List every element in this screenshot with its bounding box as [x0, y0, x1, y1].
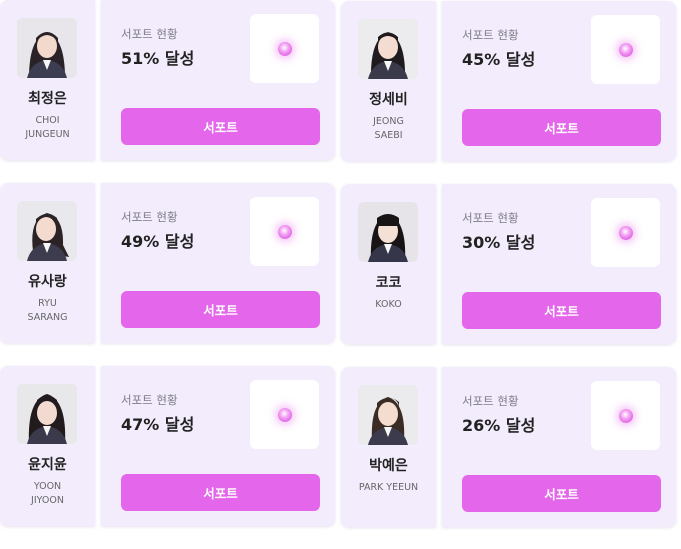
support-panel: 서포트 현황 30% 달성 서포트: [442, 184, 676, 344]
glowing-orb-icon: [619, 43, 633, 57]
member-profile: 코코 KOKO: [341, 184, 436, 344]
support-status-label: 서포트 현황: [462, 394, 519, 408]
member-name-english: JEONG SAEBI: [373, 116, 404, 141]
support-status-label: 서포트 현황: [462, 211, 519, 225]
member-name-korean: 윤지윤: [28, 457, 67, 473]
member-photo: [358, 385, 418, 445]
support-progress: 49% 달성: [121, 232, 195, 251]
member-photo: [358, 19, 418, 79]
support-panel: 서포트 현황 45% 달성 서포트: [442, 1, 676, 161]
support-progress: 47% 달성: [121, 415, 195, 434]
support-button[interactable]: 서포트: [462, 292, 661, 329]
orb-container: [250, 14, 319, 83]
member-profile: 유사랑 RYU SARANG: [0, 183, 95, 343]
support-panel: 서포트 현황 49% 달성 서포트: [101, 183, 335, 343]
member-name-english: CHOI JUNGEUN: [25, 115, 70, 140]
support-progress: 26% 달성: [462, 416, 536, 435]
support-status-label: 서포트 현황: [121, 393, 178, 407]
orb-container: [591, 198, 660, 267]
orb-container: [591, 381, 660, 450]
glowing-orb-icon: [619, 409, 633, 423]
member-profile: 최정은 CHOI JUNGEUN: [0, 0, 95, 160]
support-progress: 30% 달성: [462, 233, 536, 252]
member-card: 박예은 PARK YEEUN 서포트 현황 26% 달성 서포트: [341, 367, 681, 531]
support-button[interactable]: 서포트: [121, 108, 320, 145]
support-button[interactable]: 서포트: [462, 109, 661, 146]
member-photo: [358, 202, 418, 262]
member-photo: [17, 18, 77, 78]
support-panel: 서포트 현황 47% 달성 서포트: [101, 366, 335, 526]
support-progress: 51% 달성: [121, 49, 195, 68]
support-button[interactable]: 서포트: [462, 475, 661, 512]
support-progress: 45% 달성: [462, 50, 536, 69]
glowing-orb-icon: [278, 408, 292, 422]
member-card: 윤지윤 YOON JIYOON 서포트 현황 47% 달성 서포트: [0, 366, 342, 530]
member-card: 코코 KOKO 서포트 현황 30% 달성 서포트: [341, 184, 681, 348]
member-name-korean: 최정은: [28, 91, 67, 107]
support-panel: 서포트 현황 26% 달성 서포트: [442, 367, 676, 527]
support-status-label: 서포트 현황: [121, 27, 178, 41]
support-button[interactable]: 서포트: [121, 291, 320, 328]
member-name-korean: 정세비: [369, 92, 408, 108]
glowing-orb-icon: [278, 225, 292, 239]
support-panel: 서포트 현황 51% 달성 서포트: [101, 0, 335, 160]
support-status-label: 서포트 현황: [462, 28, 519, 42]
member-card: 정세비 JEONG SAEBI 서포트 현황 45% 달성 서포트: [341, 1, 681, 165]
member-name-english: RYU SARANG: [27, 298, 68, 323]
member-name-korean: 유사랑: [28, 274, 67, 290]
support-status-label: 서포트 현황: [121, 210, 178, 224]
member-name-korean: 코코: [375, 275, 402, 291]
member-name-english: YOON JIYOON: [31, 481, 64, 506]
member-photo: [17, 384, 77, 444]
member-profile: 박예은 PARK YEEUN: [341, 367, 436, 527]
member-name-english: PARK YEEUN: [358, 482, 419, 493]
member-card: 유사랑 RYU SARANG 서포트 현황 49% 달성 서포트: [0, 183, 342, 347]
glowing-orb-icon: [619, 226, 633, 240]
orb-container: [250, 380, 319, 449]
support-button[interactable]: 서포트: [121, 474, 320, 511]
member-profile: 윤지윤 YOON JIYOON: [0, 366, 95, 526]
glowing-orb-icon: [278, 42, 292, 56]
member-photo: [17, 201, 77, 261]
member-name-korean: 박예은: [369, 458, 408, 474]
member-card: 최정은 CHOI JUNGEUN 서포트 현황 51% 달성 서포트: [0, 0, 342, 164]
member-name-english: KOKO: [375, 299, 402, 310]
orb-container: [250, 197, 319, 266]
orb-container: [591, 15, 660, 84]
member-profile: 정세비 JEONG SAEBI: [341, 1, 436, 161]
